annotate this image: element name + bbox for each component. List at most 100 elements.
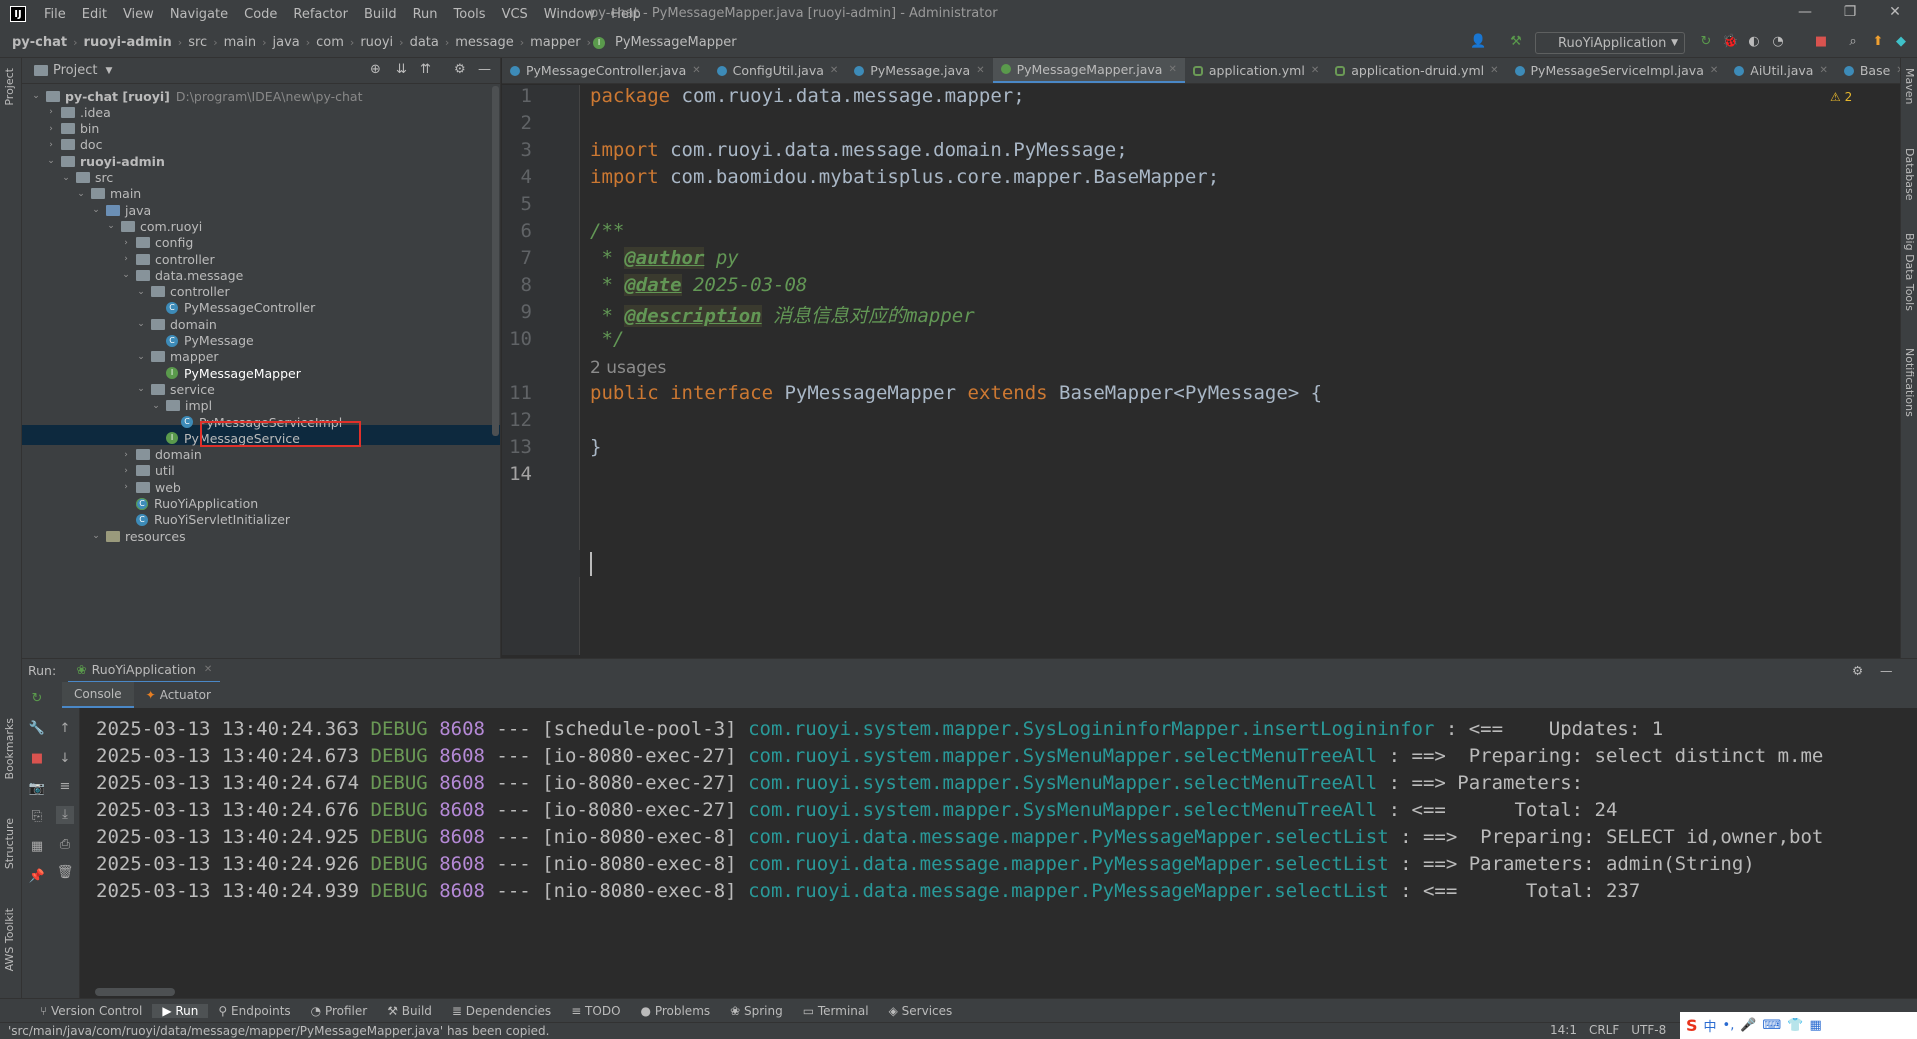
menu-build[interactable]: Build — [356, 7, 405, 22]
scroll-down-icon[interactable]: ↓ — [56, 750, 74, 768]
aws-toolkit-button[interactable]: AWS Toolkit — [3, 908, 16, 971]
console-output[interactable]: 2025-03-13 13:40:24.363 DEBUG 8608 --- [… — [80, 708, 1900, 996]
tool-window-dependencies[interactable]: ≣ Dependencies — [442, 1004, 561, 1018]
chevron-right-icon[interactable]: › — [120, 254, 132, 264]
tools-icon[interactable]: ▦ — [1810, 1018, 1822, 1033]
menu-vcs[interactable]: VCS — [494, 7, 536, 22]
chevron-right-icon[interactable]: › — [45, 124, 57, 134]
minimize-button[interactable]: — — [1790, 4, 1820, 24]
crumb-com[interactable]: com — [312, 35, 348, 50]
chevron-down-icon[interactable]: ⌄ — [135, 319, 147, 329]
editor-tab[interactable]: application-druid.yml ✕ — [1327, 58, 1506, 83]
chevron-right-icon[interactable]: › — [120, 450, 132, 460]
close-icon[interactable]: ✕ — [692, 65, 700, 76]
chevron-right-icon[interactable]: › — [120, 238, 132, 248]
caret-position[interactable]: 14:1 — [1550, 1023, 1577, 1037]
tool-window-profiler[interactable]: ◔ Profiler — [301, 1004, 378, 1018]
rerun-icon[interactable]: ↻ — [28, 690, 46, 708]
close-icon[interactable]: ✕ — [204, 664, 212, 675]
chevron-down-icon[interactable]: ⌄ — [135, 384, 147, 394]
chevron-down-icon[interactable]: ⌄ — [90, 205, 102, 215]
bookmarks-tool-button[interactable]: Bookmarks — [3, 718, 16, 779]
tool-window-problems[interactable]: ● Problems — [631, 1004, 721, 1018]
project-panel-title[interactable]: Project — [53, 63, 97, 78]
locate-icon[interactable]: ⊕ — [370, 62, 381, 77]
project-tool-button[interactable]: Project — [3, 68, 16, 106]
usages-hint[interactable]: 2 usages — [590, 358, 666, 378]
pin-icon[interactable]: 📌 — [28, 868, 46, 886]
crumb-data[interactable]: data — [406, 35, 443, 50]
close-icon[interactable]: ✕ — [1168, 64, 1176, 75]
tree-item[interactable]: ⌄ resources — [90, 526, 185, 546]
editor-tab[interactable]: application.yml ✕ — [1185, 58, 1327, 83]
camera-icon[interactable]: 📷 — [28, 780, 46, 798]
chevron-right-icon[interactable]: › — [120, 482, 132, 492]
skin-icon[interactable]: 👕 — [1787, 1018, 1803, 1033]
hide-panel-icon[interactable]: — — [478, 62, 491, 77]
punctuation-icon[interactable]: •, — [1723, 1018, 1735, 1033]
console-scrollbar[interactable] — [95, 988, 175, 996]
structure-tool-button[interactable]: Structure — [3, 818, 16, 869]
coverage-icon[interactable]: ◐ — [1746, 34, 1762, 50]
status-message[interactable]: 'src/main/java/com/ruoyi/data/message/ma… — [8, 1024, 549, 1038]
hammer-icon[interactable]: ⚒ — [1508, 34, 1524, 50]
print-icon[interactable]: ⎙ — [56, 836, 74, 854]
editor-tab[interactable]: ConfigUtil.java ✕ — [709, 58, 847, 83]
restore-button[interactable]: ❐ — [1835, 4, 1865, 24]
chevron-down-icon[interactable]: ⌄ — [30, 91, 42, 101]
crumb-src[interactable]: src — [184, 35, 211, 50]
menu-run[interactable]: Run — [405, 7, 446, 22]
keyboard-icon[interactable]: ⌨ — [1763, 1018, 1782, 1033]
hide-panel-icon[interactable]: — — [1880, 663, 1893, 678]
close-icon[interactable]: ✕ — [1490, 65, 1498, 76]
stop-icon[interactable]: ■ — [28, 750, 46, 768]
chevron-right-icon[interactable]: › — [45, 140, 57, 150]
menu-edit[interactable]: Edit — [74, 7, 115, 22]
chevron-right-icon[interactable]: › — [45, 107, 57, 117]
chevron-down-icon[interactable]: ⌄ — [90, 531, 102, 541]
tool-window-spring[interactable]: ❀ Spring — [720, 1004, 793, 1018]
tool-window-version-control[interactable]: ⑂ Version Control — [30, 1004, 152, 1018]
menu-code[interactable]: Code — [236, 7, 285, 22]
menu-view[interactable]: View — [115, 7, 162, 22]
bigdata-tool-button[interactable]: Big Data Tools — [1903, 233, 1916, 311]
chevron-down-icon[interactable]: ⌄ — [75, 189, 87, 199]
search-icon[interactable]: ⌕ — [1845, 34, 1861, 50]
scroll-up-icon[interactable]: ↑ — [56, 720, 74, 738]
run-config-tab[interactable]: ❀ RuoYiApplication ✕ — [68, 659, 221, 683]
stop-icon[interactable]: ■ — [1813, 34, 1829, 50]
close-window-button[interactable]: ✕ — [1880, 4, 1910, 24]
user-icon[interactable]: 👤 — [1470, 34, 1486, 50]
tool-window-run[interactable]: ▶ Run — [152, 1003, 209, 1018]
tree-scrollbar[interactable] — [492, 86, 499, 436]
chevron-down-icon[interactable]: ⌄ — [120, 270, 132, 280]
crumb-project[interactable]: py-chat — [0, 35, 71, 50]
scroll-to-end-icon[interactable]: ⤓ — [56, 806, 74, 824]
chevron-right-icon[interactable]: › — [120, 466, 132, 476]
ime-language[interactable]: 中 — [1704, 1016, 1717, 1035]
collapse-all-icon[interactable]: ⇈ — [420, 62, 431, 77]
crumb-main[interactable]: main — [220, 35, 260, 50]
close-icon[interactable]: ✕ — [1819, 65, 1827, 76]
trash-icon[interactable]: 🗑 — [56, 864, 74, 882]
chevron-down-icon[interactable]: ⌄ — [135, 287, 147, 297]
editor-tab[interactable]: PyMessage.java ✕ — [846, 58, 992, 83]
microphone-icon[interactable]: 🎤 — [1740, 1018, 1756, 1033]
jetbrains-icon[interactable]: ◆ — [1893, 34, 1909, 50]
crumb-java[interactable]: java — [268, 35, 303, 50]
rerun-icon[interactable]: ↻ — [1698, 34, 1714, 50]
code-editor[interactable]: package com.ruoyi.data.message.mapper; i… — [580, 85, 1900, 655]
chevron-down-icon[interactable]: ⌄ — [135, 352, 147, 362]
gear-icon[interactable]: ⚙ — [1852, 663, 1863, 678]
restore-layout-icon[interactable]: ⎘ — [28, 808, 46, 826]
editor-tab[interactable]: PyMessageController.java ✕ — [502, 58, 709, 83]
maven-tool-button[interactable]: Maven — [1903, 68, 1916, 104]
debug-icon[interactable]: 🐞 — [1722, 34, 1738, 50]
close-icon[interactable]: ✕ — [1710, 65, 1718, 76]
editor-tab[interactable]: PyMessageMapper.java ✕ — [992, 58, 1185, 83]
database-tool-button[interactable]: Database — [1903, 148, 1916, 201]
menu-file[interactable]: File — [36, 7, 74, 22]
chevron-down-icon[interactable]: ⌄ — [150, 401, 162, 411]
crumb-ruoyi[interactable]: ruoyi — [356, 35, 397, 50]
file-encoding[interactable]: UTF-8 — [1631, 1023, 1666, 1037]
